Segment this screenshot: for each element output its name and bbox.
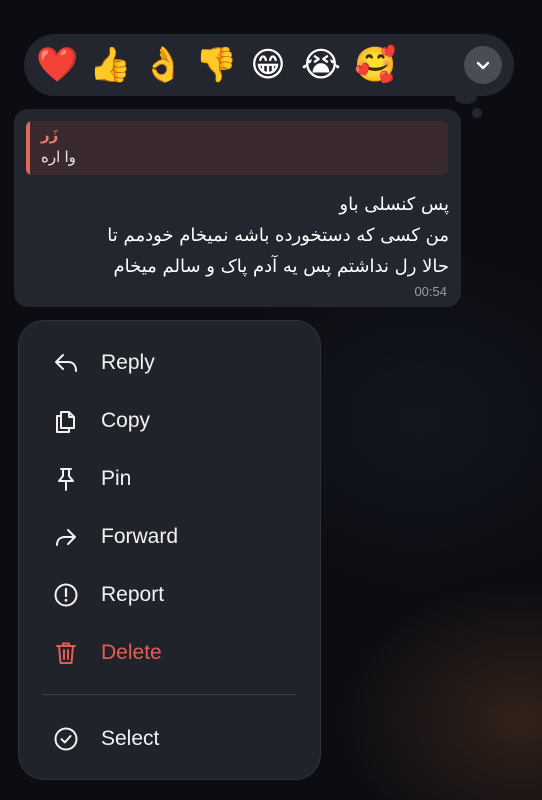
menu-item-copy[interactable]: Copy [19,395,320,447]
report-icon [54,583,78,607]
menu-item-label: Pin [101,467,132,490]
reaction-thumbs-up[interactable]: 👍 [89,45,131,85]
reply-author: زَر [41,127,59,144]
copy-icon [56,411,75,433]
menu-item-reply[interactable]: Reply [19,337,320,389]
reaction-crying-face[interactable]: 😭 [301,45,341,85]
reaction-bar-tail [455,92,477,104]
reply-icon [55,354,77,372]
reply-quote-bar [26,121,30,175]
reaction-bar-tail-dot [472,108,482,118]
menu-item-forward[interactable]: Forward [19,511,320,563]
reaction-thumbs-down[interactable]: 👎 [195,45,237,85]
reaction-ok-hand[interactable]: 👌 [142,45,184,85]
pin-icon [58,468,74,491]
reaction-smiling-face-with-hearts[interactable]: 🥰 [354,45,396,85]
message-timestamp: 00:54 [414,284,447,299]
menu-item-label: Copy [101,409,151,432]
expand-reactions-button[interactable] [464,46,502,84]
reaction-grinning-face[interactable]: 😁 [248,45,288,85]
reaction-red-heart[interactable]: ❤️ [36,45,78,85]
menu-item-delete[interactable]: Delete [19,627,320,679]
message-line: من کسی که دستخورده باشه نمیخام خودمم تا [107,225,449,246]
context-menu: Reply Copy Pin Forward Report Delete Sel… [18,320,321,780]
menu-item-label: Forward [101,525,179,548]
forward-icon [56,529,76,546]
menu-item-select[interactable]: Select [19,713,320,765]
menu-item-report[interactable]: Report [19,569,320,621]
check-circle-icon [54,727,78,751]
trash-icon [56,642,76,664]
menu-divider [43,694,296,695]
menu-item-pin[interactable]: Pin [19,453,320,505]
menu-item-label: Delete [101,641,162,664]
chevron-down-icon [476,61,490,70]
reaction-bar: ❤️ 👍 👌 👎 😁 😭 🥰 [24,34,514,96]
menu-item-label: Select [101,727,160,750]
reply-quote[interactable]: زَر وا اره [26,121,448,175]
message-bubble[interactable]: زَر وا اره پس کنسلی باو من کسی که دستخور… [14,109,461,307]
reply-text: وا اره [41,149,76,166]
menu-item-label: Report [101,583,165,606]
message-line: حالا رل نداشتم پس یه آدم پاک و سالم میخا… [113,256,449,277]
message-text: پس کنسلی باو من کسی که دستخورده باشه نمی… [24,189,449,282]
menu-item-label: Reply [101,351,155,374]
message-line: پس کنسلی باو [339,194,449,215]
